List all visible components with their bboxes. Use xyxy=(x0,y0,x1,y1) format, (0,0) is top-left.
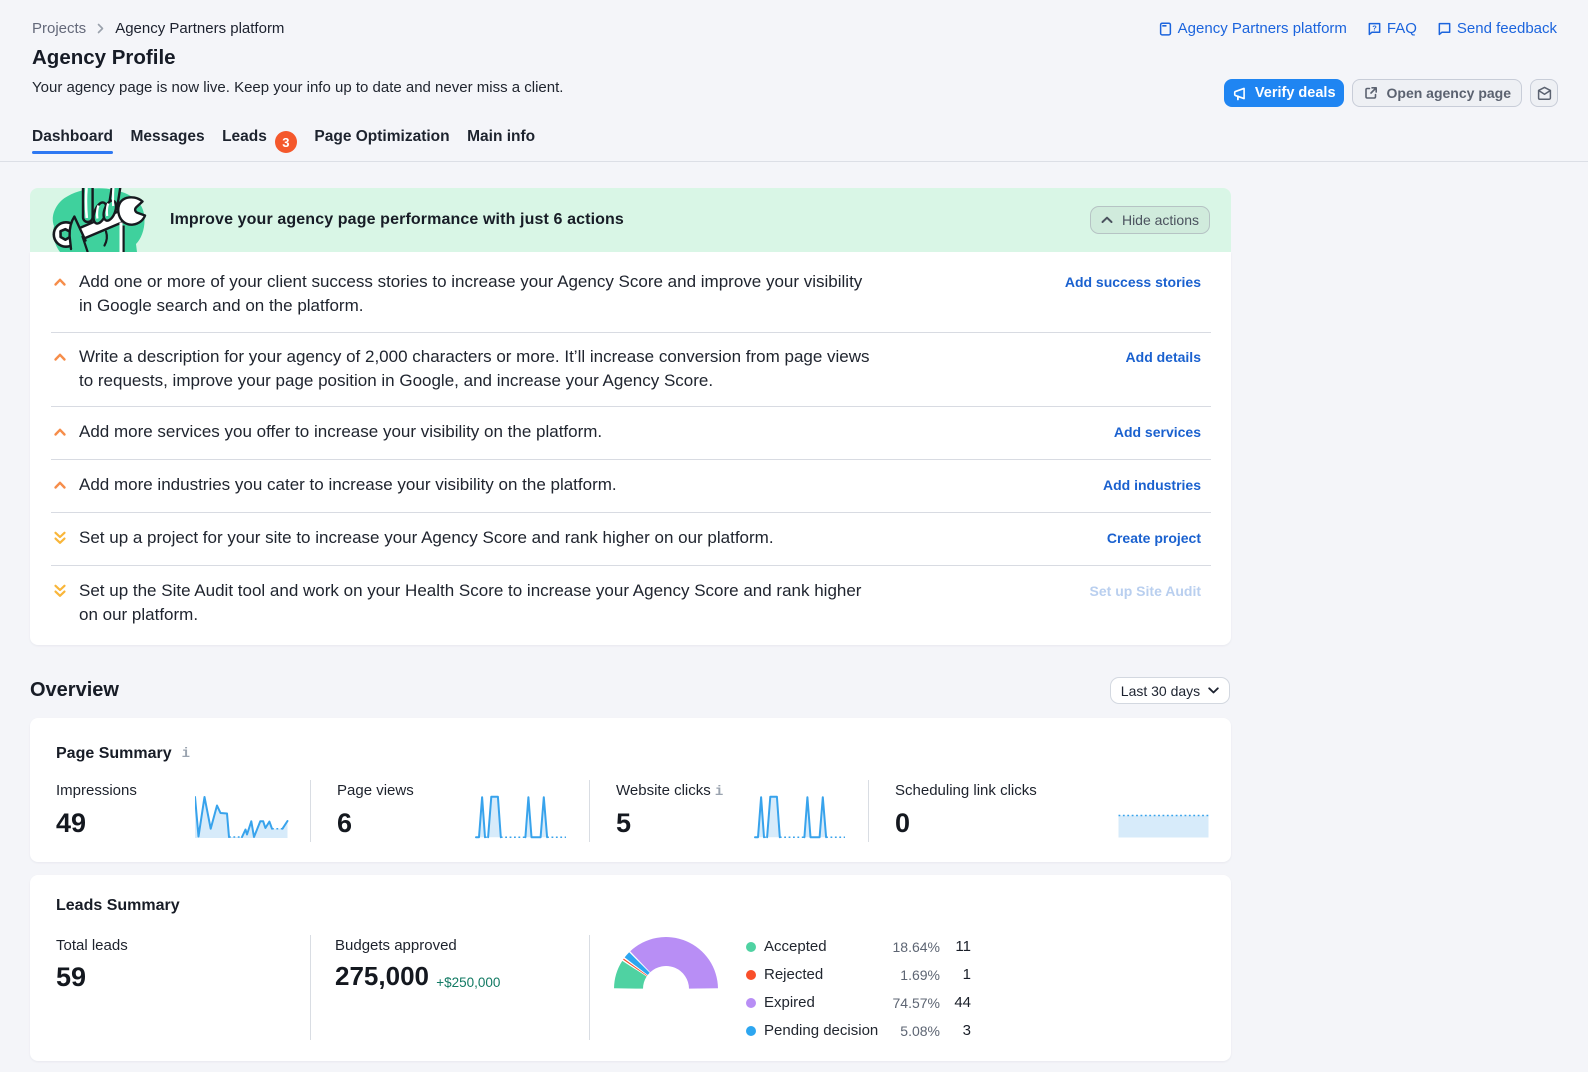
svg-text:?: ? xyxy=(1372,23,1377,32)
